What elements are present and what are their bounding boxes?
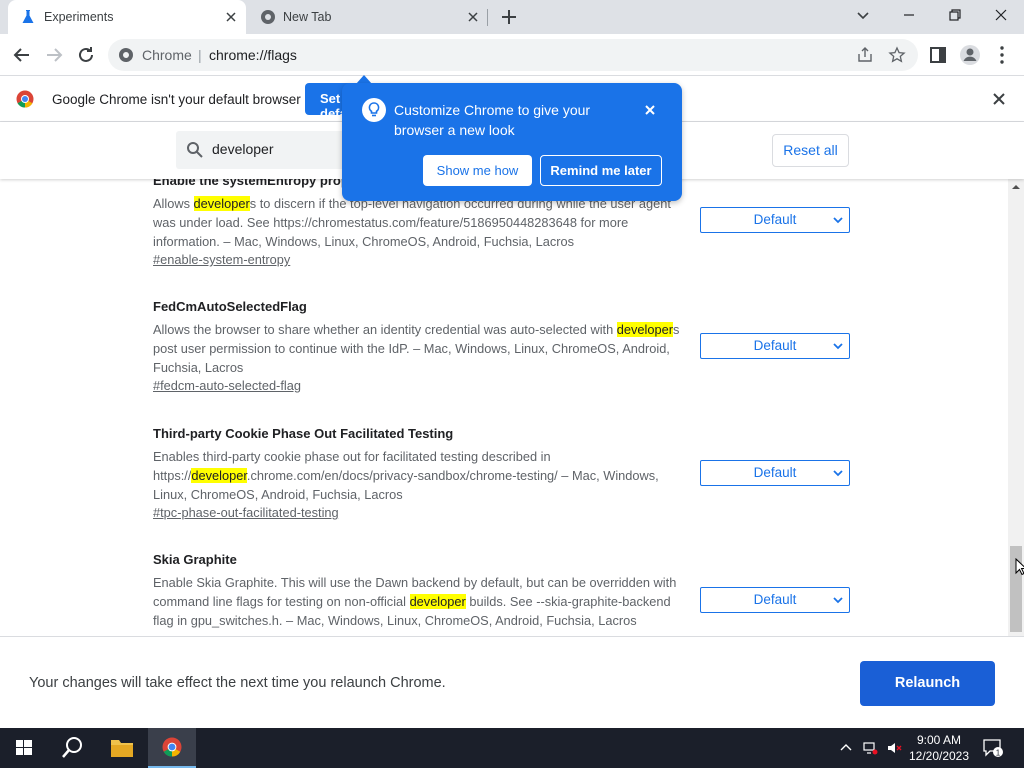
tab-title: New Tab [283, 10, 332, 24]
remind-me-later-button[interactable]: Remind me later [540, 155, 662, 186]
taskbar: 9:00 AM 12/20/2023 1 [0, 728, 1024, 768]
close-tab-icon[interactable] [466, 10, 480, 24]
chevron-down-icon[interactable] [854, 6, 872, 24]
forward-arrow-icon[interactable] [42, 43, 66, 67]
volume-muted-icon[interactable] [886, 740, 902, 756]
chrome-logo-icon [119, 48, 133, 62]
customize-chrome-promo: Customize Chrome to give your browser a … [342, 83, 682, 201]
flag-description: Allows the browser to share whether an i… [153, 322, 680, 375]
flag-entry: Skia Graphite Enable Skia Graphite. This… [153, 552, 853, 628]
search-highlight: developer [191, 468, 247, 483]
network-icon[interactable] [862, 740, 878, 756]
address-bar[interactable]: Chrome | chrome://flags [108, 39, 918, 71]
new-tab-plus-icon[interactable] [498, 6, 520, 28]
tab-new-tab[interactable]: New Tab [252, 0, 488, 34]
tray-chevron-up-icon[interactable] [838, 740, 854, 756]
lightbulb-icon [362, 98, 386, 122]
bookmark-star-icon[interactable] [888, 46, 906, 64]
tab-experiments[interactable]: Experiments [8, 0, 246, 34]
flag-state-select[interactable]: Default [700, 207, 850, 233]
url-text[interactable]: chrome://flags [209, 47, 297, 63]
chevron-down-icon [833, 597, 843, 604]
chrome-globe-icon [261, 10, 275, 24]
flags-list: Enable the systemEntropy prope Allows de… [0, 179, 1008, 636]
promo-title: Customize Chrome to give your browser a … [394, 102, 591, 138]
flag-name: Third-party Cookie Phase Out Facilitated… [153, 426, 454, 441]
chrome-taskbar-icon[interactable] [148, 728, 196, 768]
chrome-logo-icon [16, 90, 34, 108]
flag-state-select[interactable]: Default [700, 460, 850, 486]
site-chip: Chrome [142, 47, 192, 63]
flask-icon [22, 10, 34, 23]
flag-description: Enable Skia Graphite. This will use the … [153, 575, 677, 628]
system-clock[interactable]: 9:00 AM 12/20/2023 [905, 732, 973, 764]
relaunch-message: Your changes will take effect the next t… [29, 675, 446, 691]
flag-entry: Third-party Cookie Phase Out Facilitated… [153, 426, 853, 520]
flag-state-select[interactable]: Default [700, 587, 850, 613]
tab-strip: Experiments New Tab [0, 0, 1024, 34]
reset-all-button[interactable]: Reset all [772, 134, 849, 167]
search-highlight: developer [409, 594, 466, 609]
flag-state-select[interactable]: Default [700, 333, 850, 359]
chevron-down-icon [833, 217, 843, 224]
search-highlight: developer [193, 196, 250, 211]
share-icon[interactable] [856, 46, 874, 64]
relaunch-button[interactable]: Relaunch [860, 661, 995, 706]
kebab-menu-icon[interactable] [990, 43, 1014, 67]
clock-time: 9:00 AM [916, 733, 962, 747]
search-icon[interactable] [48, 728, 96, 768]
flag-anchor-link[interactable]: #tpc-phase-out-facilitated-testing [153, 505, 339, 520]
flag-description: Enables third-party cookie phase out for… [153, 449, 659, 502]
restore-icon[interactable] [932, 0, 978, 30]
close-window-icon[interactable] [978, 0, 1024, 30]
mouse-cursor-icon [1015, 558, 1024, 576]
close-icon[interactable] [642, 102, 658, 118]
tab-title: Experiments [44, 10, 114, 24]
back-arrow-icon[interactable] [10, 43, 34, 67]
flag-anchor-link[interactable]: #enable-system-entropy [153, 252, 290, 267]
search-highlight: developer [616, 322, 673, 337]
chevron-down-icon [833, 343, 843, 350]
close-tab-icon[interactable] [224, 10, 238, 24]
clock-date: 12/20/2023 [908, 749, 970, 763]
tab-divider [487, 9, 488, 26]
flag-description: Allows developers to discern if the top-… [153, 196, 671, 249]
flag-anchor-link[interactable]: #fedcm-auto-selected-flag [153, 378, 301, 393]
minimize-icon[interactable] [886, 0, 932, 30]
notification-center-icon[interactable]: 1 [982, 738, 1004, 758]
side-panel-icon[interactable] [926, 43, 950, 67]
show-me-how-button[interactable]: Show me how [423, 155, 532, 186]
file-explorer-icon[interactable] [98, 728, 146, 768]
flag-entry: FedCmAutoSelectedFlag Allows the browser… [153, 299, 853, 393]
flag-name: FedCmAutoSelectedFlag [153, 299, 307, 314]
windows-start-icon[interactable] [0, 728, 48, 768]
relaunch-bar: Your changes will take effect the next t… [0, 636, 1024, 728]
profile-avatar-icon[interactable] [958, 43, 982, 67]
chevron-down-icon [833, 470, 843, 477]
reload-icon[interactable] [74, 43, 98, 67]
search-icon [187, 142, 203, 158]
toolbar: Chrome | chrome://flags [0, 34, 1024, 76]
infobar-message: Google Chrome isn't your default browser [52, 92, 301, 107]
close-icon[interactable] [991, 91, 1007, 107]
omnibox-separator: | [198, 47, 202, 63]
flag-name: Skia Graphite [153, 552, 237, 567]
notification-count: 1 [996, 749, 1001, 758]
scroll-up-arrow-icon[interactable] [1012, 183, 1020, 191]
